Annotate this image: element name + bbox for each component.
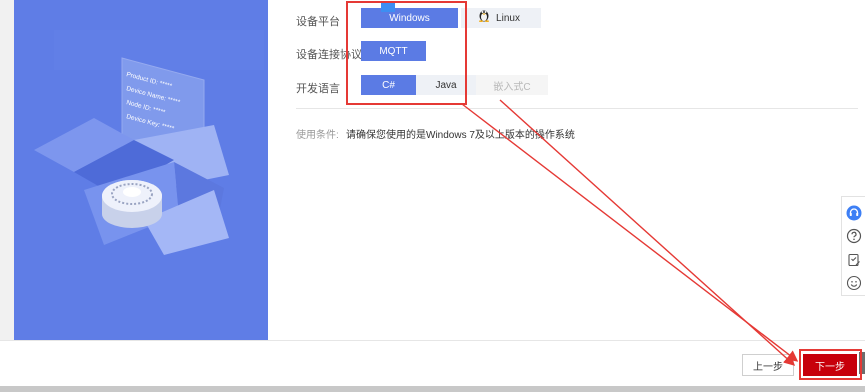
language-option-java[interactable]: Java	[416, 75, 476, 95]
condition-text: 请确保您使用的是Windows 7及以上版本的操作系统	[346, 130, 575, 141]
platform-label: 设备平台	[296, 16, 340, 28]
device-box-illustration: Product ID: ***** Device Name: ***** Nod…	[34, 30, 264, 255]
platform-option-label: Windows	[389, 12, 430, 24]
language-label: 开发语言	[296, 83, 340, 95]
windows-icon	[381, 2, 395, 12]
feedback-icon[interactable]	[846, 252, 862, 268]
page-gutter	[0, 0, 14, 340]
condition-label: 使用条件:	[296, 130, 339, 141]
language-option-label: Java	[435, 79, 457, 91]
platform-option-linux[interactable]: Linux	[461, 8, 541, 28]
wizard-footer: 上一步 下一步	[0, 340, 865, 386]
headset-icon[interactable]	[846, 205, 862, 221]
prev-step-button[interactable]: 上一步	[742, 354, 794, 376]
vertical-scrollbar-thumb[interactable]	[859, 352, 865, 374]
platform-option-label: Linux	[496, 12, 520, 24]
platform-option-windows[interactable]: Windows	[361, 2, 458, 28]
linux-icon	[478, 8, 490, 23]
protocol-option-mqtt[interactable]: MQTT	[361, 41, 426, 61]
protocol-option-label: MQTT	[379, 45, 408, 57]
protocol-label: 设备连接协议	[296, 49, 362, 61]
language-option-label: 嵌入式C	[493, 81, 531, 93]
help-icon[interactable]	[846, 228, 862, 244]
section-divider	[296, 108, 858, 109]
side-toolbar	[841, 196, 865, 296]
next-step-button[interactable]: 下一步	[803, 354, 857, 376]
horizontal-scrollbar[interactable]	[0, 386, 865, 392]
language-option-csharp[interactable]: C#	[361, 75, 416, 95]
language-option-label: C#	[382, 79, 395, 91]
illustration-panel: Product ID: ***** Device Name: ***** Nod…	[14, 0, 268, 340]
smile-icon[interactable]	[846, 275, 862, 291]
language-option-embedded-c[interactable]: 嵌入式C	[476, 75, 548, 95]
main-content: 设备平台 Windows Linux 设备连接协议 MQTT 开发语言 C# J…	[268, 0, 865, 340]
